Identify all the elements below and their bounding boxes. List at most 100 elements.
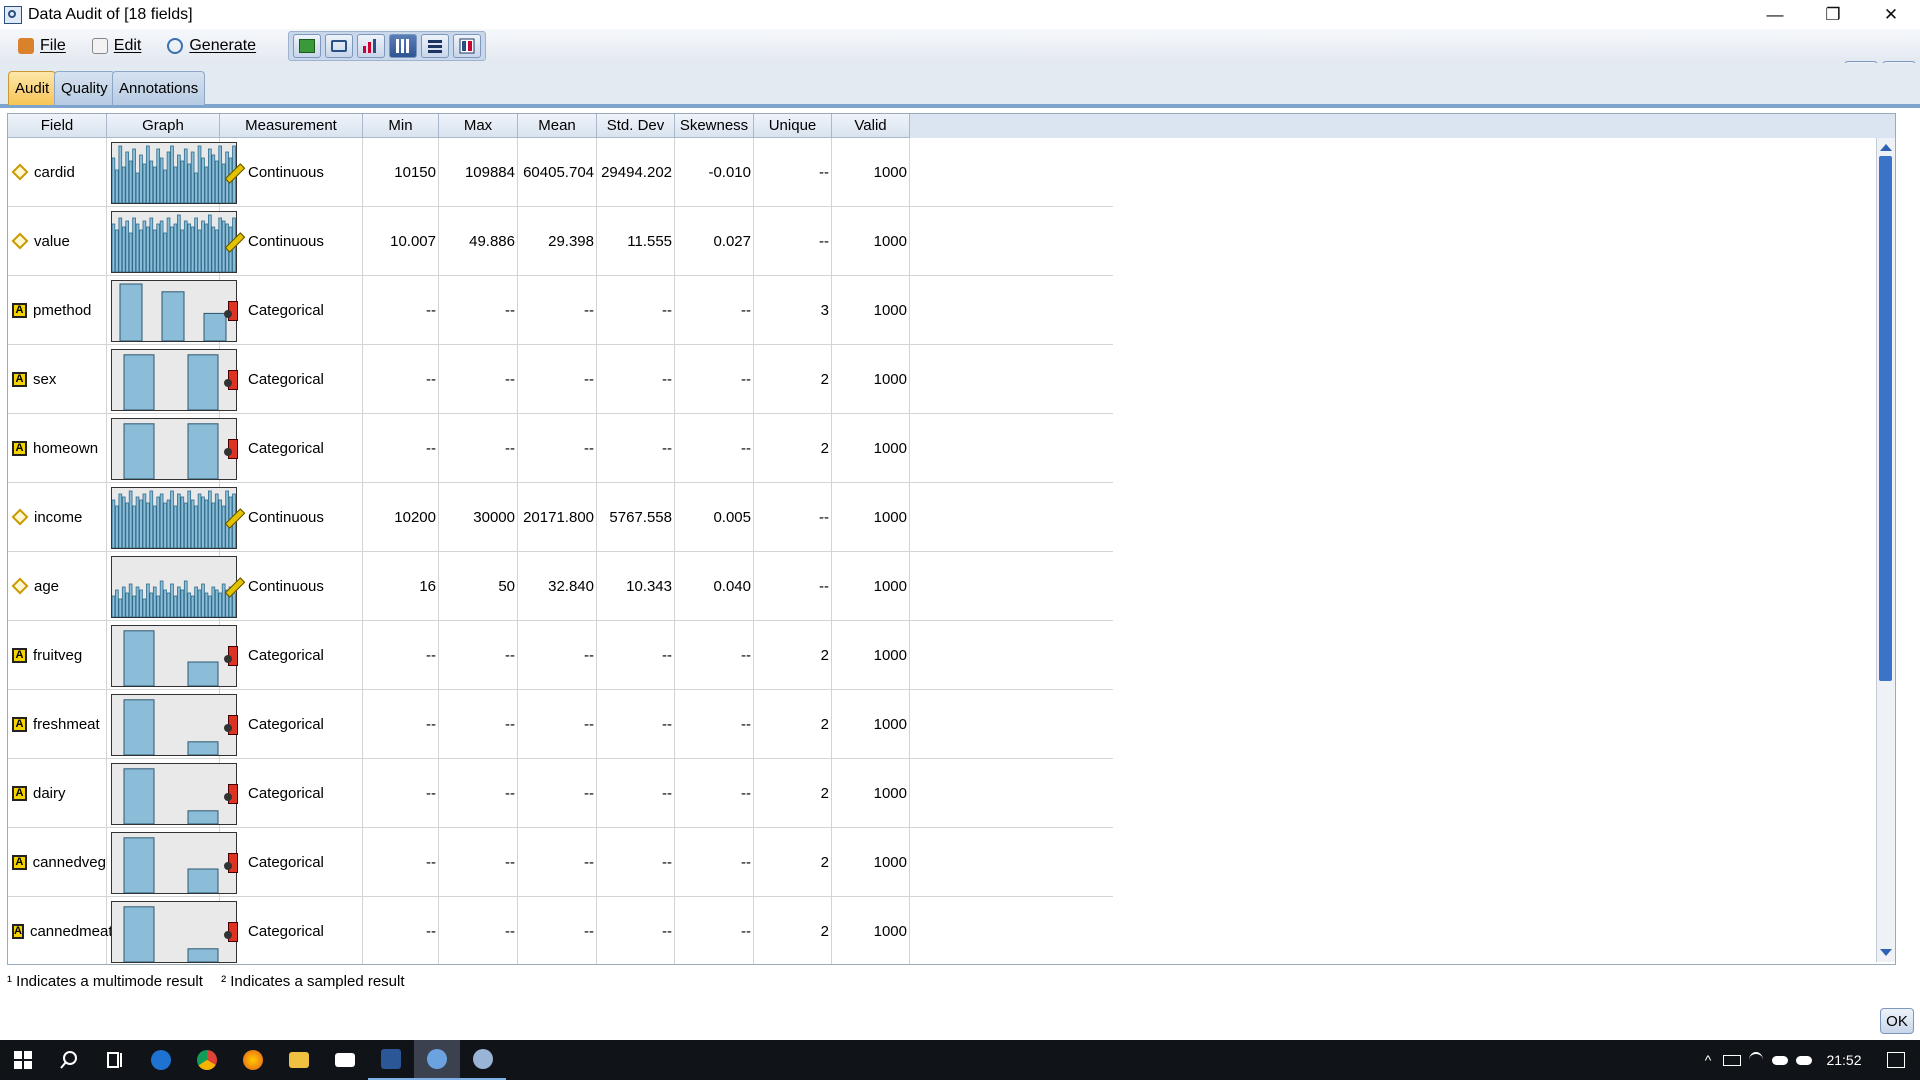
max-header[interactable]: Max: [439, 114, 518, 138]
skewness-header[interactable]: Skewness: [675, 114, 754, 138]
histogram-bar: [139, 499, 143, 548]
columns-view-button[interactable]: [389, 34, 418, 58]
measurement-label: Categorical: [248, 715, 324, 733]
generate-menu[interactable]: Generate: [159, 32, 264, 60]
ruler-icon: [224, 508, 246, 529]
histogram-bar: [142, 163, 147, 203]
measurement-header[interactable]: Measurement: [220, 114, 363, 138]
histogram-bar: [146, 145, 150, 203]
max-value: --: [439, 414, 518, 482]
table-row[interactable]: Afruitveg Categorical -- -- -- -- -- 2 1000: [8, 621, 1113, 690]
battery-icon[interactable]: [1720, 1040, 1744, 1080]
tab-quality[interactable]: Quality: [54, 71, 115, 105]
close-window-button[interactable]: ✕: [1862, 0, 1920, 29]
chart-button[interactable]: [357, 34, 386, 58]
search-button[interactable]: [46, 1040, 92, 1080]
task-view-button[interactable]: [92, 1040, 138, 1080]
scroll-up-icon[interactable]: [1880, 144, 1892, 151]
min-header[interactable]: Min: [363, 114, 439, 138]
firefox-button[interactable]: [230, 1040, 276, 1080]
mean-header[interactable]: Mean: [518, 114, 597, 138]
field-cell: Acannedmeat: [8, 897, 113, 964]
list-view-button[interactable]: [421, 34, 450, 58]
distribution-graph[interactable]: [111, 349, 237, 411]
edit-menu[interactable]: Edit: [84, 32, 150, 60]
cloud-icon[interactable]: [1768, 1040, 1792, 1080]
export-button[interactable]: [293, 34, 322, 58]
table-row[interactable]: cardid Continuous 10150 109884 60405.704 2949…: [8, 138, 1113, 207]
table-row[interactable]: value Continuous 10.007 49.886 29.398 11.555 0…: [8, 207, 1113, 276]
mail-button[interactable]: [322, 1040, 368, 1080]
list-view-icon: [428, 40, 443, 53]
table-row[interactable]: Asex Categorical -- -- -- -- -- 2 1000: [8, 345, 1113, 414]
table-view-button[interactable]: [453, 34, 482, 58]
restore-button[interactable]: ❐: [1804, 0, 1862, 29]
scrollbar-thumb[interactable]: [1879, 156, 1892, 681]
histogram-bar: [121, 226, 126, 272]
histogram-bar: [194, 586, 198, 617]
modeler-button[interactable]: [414, 1040, 460, 1080]
histogram-bar: [214, 493, 219, 548]
print-button[interactable]: [325, 34, 354, 58]
graph-header[interactable]: Graph: [107, 114, 220, 138]
histogram-bar: [146, 583, 150, 617]
table-row[interactable]: Acannedmeat Categorical -- -- -- -- -- 2 1000: [8, 897, 1113, 964]
std-value: 11.555: [597, 207, 675, 275]
tab-annotations[interactable]: Annotations: [112, 71, 206, 105]
categorical-icon: [224, 370, 242, 390]
histogram-bar: [208, 490, 212, 548]
distribution-graph[interactable]: [111, 487, 237, 549]
edge-button[interactable]: [138, 1040, 184, 1080]
mean-value: --: [518, 828, 597, 896]
notifications-button[interactable]: [1872, 1040, 1920, 1080]
field-name: value: [34, 232, 70, 250]
histogram-bar: [156, 496, 161, 548]
distribution-graph[interactable]: [111, 556, 237, 618]
table-row[interactable]: income Continuous 10200 30000 20171.800 5767.…: [8, 483, 1113, 552]
histogram-bar: [170, 490, 174, 548]
distribution-graph[interactable]: [111, 763, 237, 825]
field-header[interactable]: Field: [8, 114, 107, 138]
cloud-sync-icon[interactable]: [1792, 1040, 1816, 1080]
distribution-graph[interactable]: [111, 832, 237, 894]
table-row[interactable]: Afreshmeat Categorical -- -- -- -- -- 2 1000: [8, 690, 1113, 759]
clock[interactable]: 21:52: [1816, 1052, 1872, 1068]
wifi-icon[interactable]: [1744, 1040, 1768, 1080]
histogram-bar: [146, 226, 150, 272]
histogram-bar: [163, 232, 167, 272]
tab-audit[interactable]: Audit: [8, 71, 57, 105]
modeler-alt-button[interactable]: [460, 1040, 506, 1080]
table-row[interactable]: Adairy Categorical -- -- -- -- -- 2 1000: [8, 759, 1113, 828]
show-hidden-icons-button[interactable]: ^: [1696, 1040, 1720, 1080]
vertical-scrollbar[interactable]: [1876, 138, 1895, 962]
chrome-button[interactable]: [184, 1040, 230, 1080]
ok-button[interactable]: OK: [1880, 1008, 1914, 1034]
distribution-graph[interactable]: [111, 901, 237, 963]
table-row[interactable]: Ahomeown Categorical -- -- -- -- -- 2 1000: [8, 414, 1113, 483]
categorical-icon: [224, 922, 242, 942]
measurement-label: Categorical: [248, 784, 324, 802]
scroll-down-icon[interactable]: [1880, 949, 1892, 956]
unique-header[interactable]: Unique: [754, 114, 832, 138]
windows-start-button[interactable]: [0, 1040, 46, 1080]
table-row[interactable]: Apmethod Categorical -- -- -- -- -- 3 1000: [8, 276, 1113, 345]
word-icon: [381, 1049, 401, 1069]
file-menu[interactable]: File: [10, 32, 74, 60]
histogram-bar: [152, 586, 157, 617]
file-explorer-button[interactable]: [276, 1040, 322, 1080]
table-row[interactable]: Acannedveg Categorical -- -- -- -- -- 2 1000: [8, 828, 1113, 897]
distribution-graph[interactable]: [111, 418, 237, 480]
valid-header[interactable]: Valid: [832, 114, 910, 138]
distribution-graph[interactable]: [111, 211, 237, 273]
valid-value: 1000: [832, 897, 910, 964]
std-dev-header[interactable]: Std. Dev: [597, 114, 675, 138]
minimize-button[interactable]: —: [1746, 0, 1804, 29]
skew-value: --: [675, 759, 754, 827]
distribution-graph[interactable]: [111, 280, 237, 342]
distribution-graph[interactable]: [111, 625, 237, 687]
skew-value: --: [675, 690, 754, 758]
distribution-graph[interactable]: [111, 694, 237, 756]
distribution-graph[interactable]: [111, 142, 237, 204]
word-button[interactable]: [368, 1040, 414, 1080]
table-row[interactable]: age Continuous 16 50 32.840 10.343 0.040 -- 1000: [8, 552, 1113, 621]
